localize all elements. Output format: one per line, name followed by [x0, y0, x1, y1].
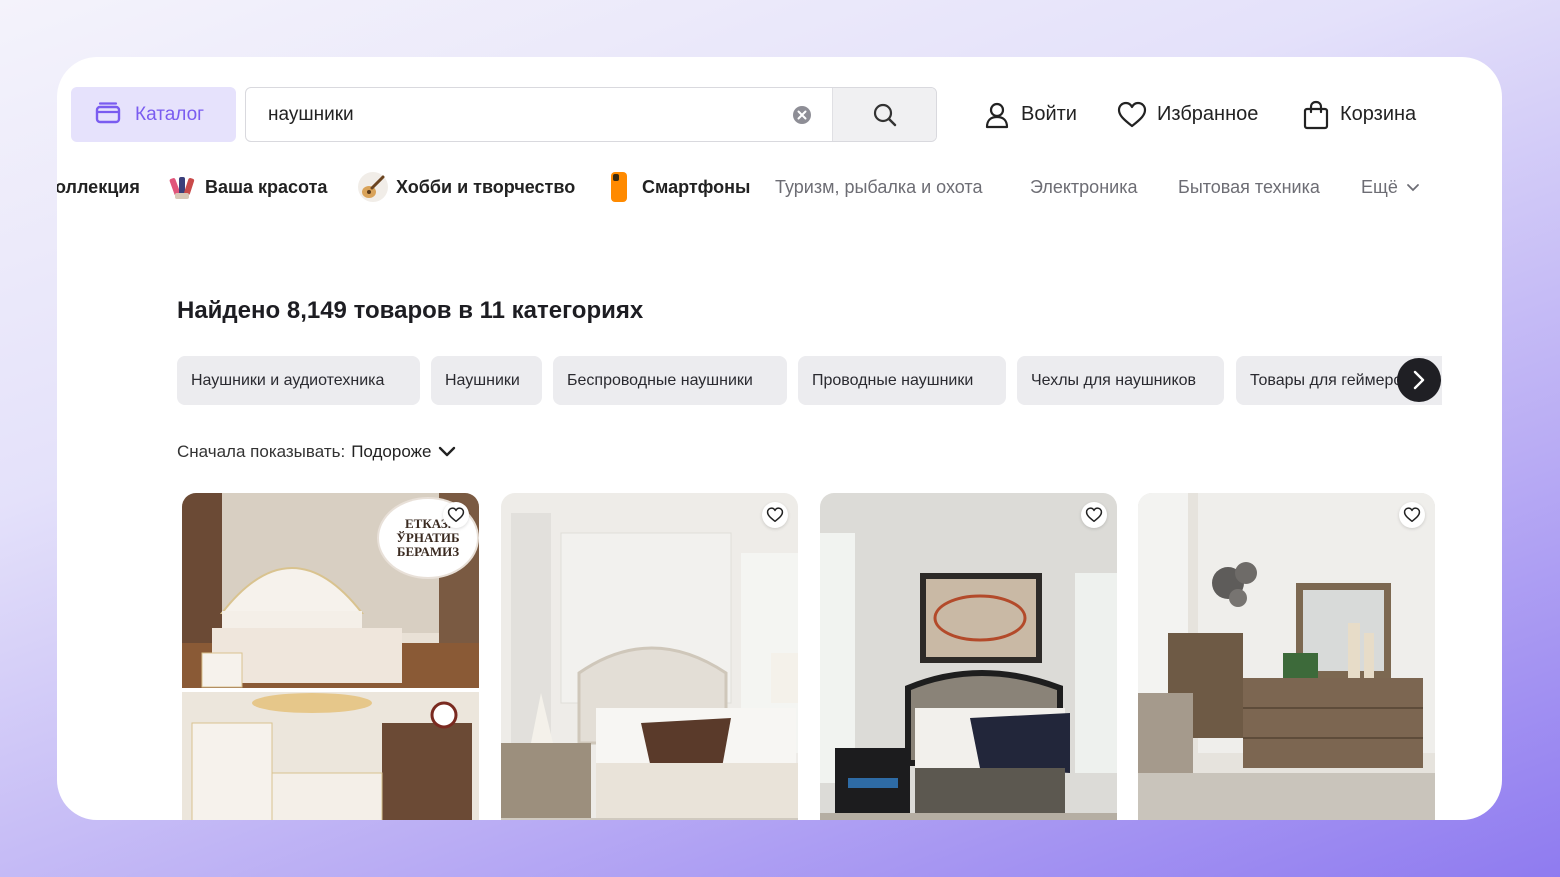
product-image: [820, 493, 1117, 820]
chip-cases[interactable]: Чехлы для наушников: [1017, 356, 1224, 405]
cart-label: Корзина: [1340, 103, 1417, 125]
clear-search-button[interactable]: [782, 88, 822, 141]
nav-item-appliances[interactable]: Бытовая техника: [1178, 167, 1320, 207]
product-image: [501, 493, 798, 820]
favorite-button[interactable]: [762, 502, 788, 528]
nav-more-button[interactable]: Ещё: [1361, 167, 1420, 207]
sort-control[interactable]: Сначала показывать: Подороже: [177, 442, 457, 462]
favorite-button[interactable]: [443, 502, 469, 528]
results-title: Найдено 8,149 товаров в 11 категориях: [177, 297, 644, 324]
heart-icon: [447, 507, 465, 523]
category-nav: оллекция Ваша красота Хобби и творчество…: [57, 167, 1502, 207]
product-image: [1138, 493, 1435, 820]
catalog-label: Каталог: [135, 103, 205, 125]
favorites-label: Избранное: [1157, 103, 1259, 125]
product-card[interactable]: [820, 493, 1117, 820]
nav-item-hobby[interactable]: Хобби и творчество: [358, 167, 575, 207]
sort-label: Сначала показывать:: [177, 442, 346, 461]
nav-item-beauty[interactable]: Ваша красота: [167, 167, 327, 207]
nav-item-tourism[interactable]: Туризм, рыбалка и охота: [775, 167, 982, 207]
category-chips: Наушники и аудиотехника Наушники Беспров…: [177, 356, 1442, 405]
catalog-button[interactable]: Каталог: [71, 87, 236, 142]
nav-item-electronics[interactable]: Электроника: [1030, 167, 1137, 207]
chip-headphones[interactable]: Наушники: [431, 356, 542, 405]
chip-audio[interactable]: Наушники и аудиотехника: [177, 356, 420, 405]
favorite-button[interactable]: [1081, 502, 1107, 528]
chip-wired[interactable]: Проводные наушники: [798, 356, 1006, 405]
chevron-right-icon: [1413, 370, 1425, 390]
search-bar: [245, 87, 937, 142]
chevron-down-icon: [439, 446, 456, 457]
login-button[interactable]: Войти: [983, 87, 1077, 142]
search-input[interactable]: [246, 88, 782, 141]
login-label: Войти: [1021, 103, 1077, 125]
page-card: Каталог Войти Избранное Корзина оллекция…: [57, 57, 1502, 820]
favorite-button[interactable]: [1399, 502, 1425, 528]
guitar-icon: [358, 172, 388, 202]
product-card[interactable]: [501, 493, 798, 820]
favorites-button[interactable]: Избранное: [1117, 87, 1258, 142]
catalog-icon: [95, 100, 121, 130]
chips-next-button[interactable]: [1397, 358, 1441, 402]
nav-item-smartphones[interactable]: Смартфоны: [604, 167, 750, 207]
heart-icon: [1403, 507, 1421, 523]
search-button[interactable]: [832, 88, 936, 141]
cart-button[interactable]: Корзина: [1302, 87, 1416, 142]
smartphone-icon: [604, 172, 634, 202]
chevron-down-icon: [1406, 184, 1419, 192]
search-icon: [873, 103, 896, 126]
product-card[interactable]: ЕТКАЗ. ЎРНАТИБ БЕРАМИЗ: [182, 493, 479, 820]
clear-icon: [793, 105, 811, 124]
cosmetics-icon: [167, 172, 197, 202]
heart-icon: [1117, 101, 1147, 127]
user-icon: [985, 102, 1009, 128]
product-card[interactable]: [1138, 493, 1435, 820]
sort-value: Подороже: [351, 442, 432, 461]
shopping-bag-icon: [1303, 100, 1329, 129]
heart-icon: [766, 507, 784, 523]
heart-icon: [1085, 507, 1103, 523]
chip-wireless[interactable]: Беспроводные наушники: [553, 356, 787, 405]
nav-item-collection[interactable]: оллекция: [57, 167, 140, 207]
